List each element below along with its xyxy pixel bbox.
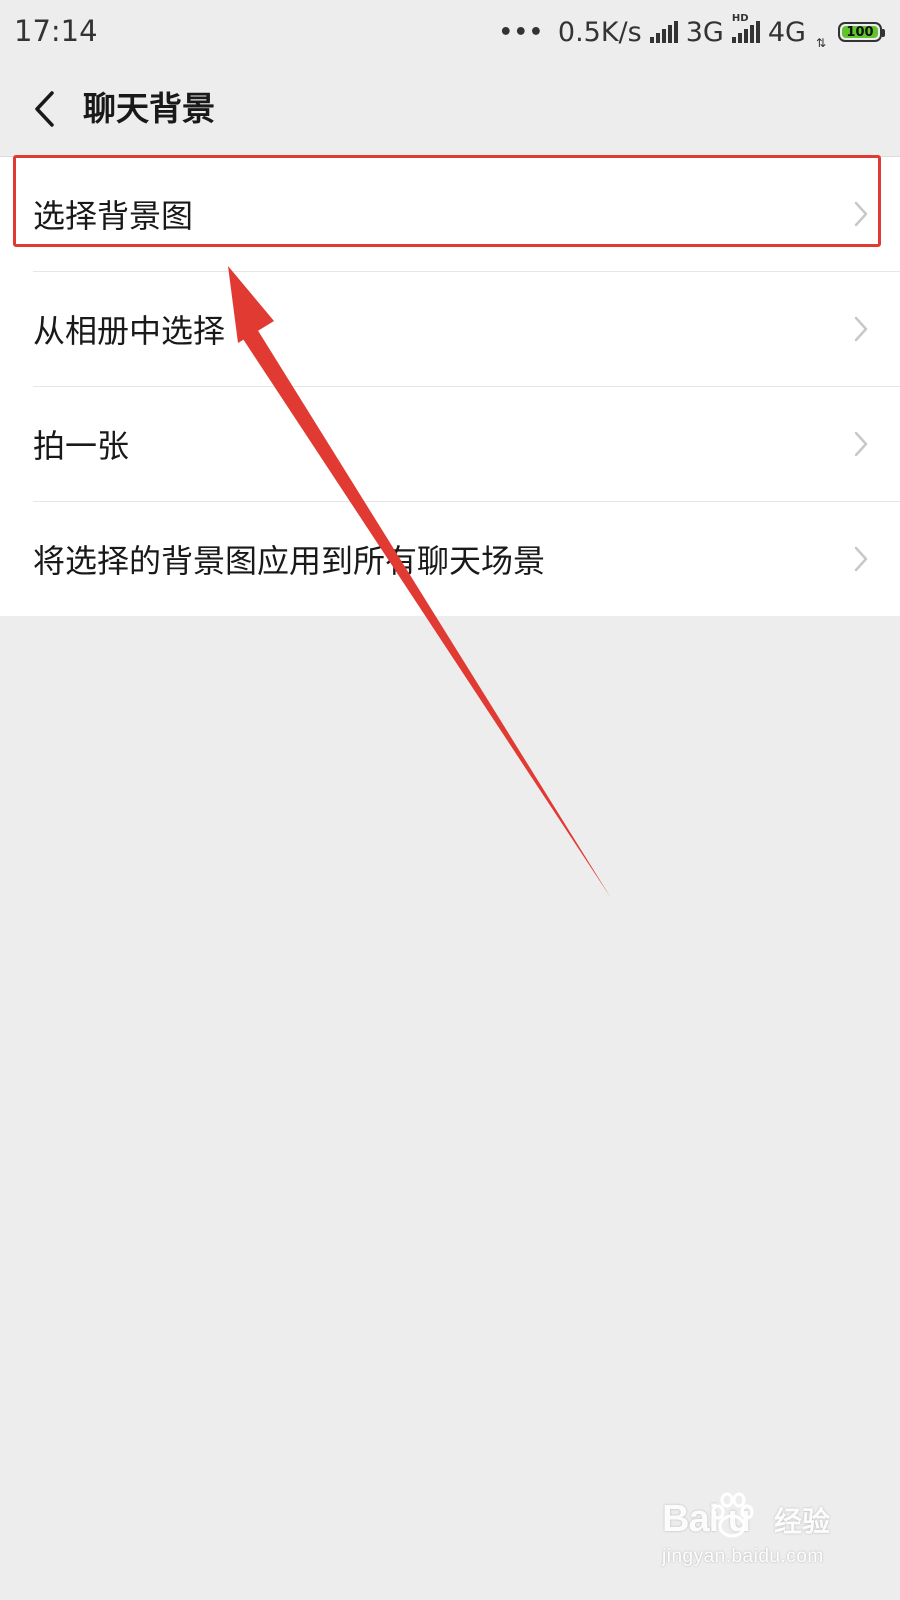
menu-item-take-photo[interactable]: 拍一张 bbox=[0, 387, 900, 501]
nav-bar: 聊天背景 bbox=[0, 64, 900, 157]
battery-icon: 100 bbox=[838, 22, 885, 42]
signal-4g-icon: HD bbox=[731, 13, 760, 43]
back-button[interactable] bbox=[22, 86, 68, 132]
paw-icon bbox=[711, 1492, 754, 1538]
menu-item-label: 从相册中选择 bbox=[33, 312, 226, 350]
menu-item-label: 拍一张 bbox=[33, 427, 130, 465]
chevron-right-icon bbox=[854, 201, 868, 227]
data-transfer-icon: ⇅ bbox=[815, 36, 826, 50]
menu-list: 选择背景图 从相册中选择 拍一张 将选择的背景图应用到所有聊天场景 bbox=[0, 157, 900, 616]
watermark-url: jingyan.baidu.com bbox=[662, 1546, 824, 1567]
chevron-right-icon bbox=[854, 431, 868, 457]
baidu-jingyan-watermark: Bai u 经验 jingyan.baidu.com bbox=[662, 1490, 852, 1580]
menu-item-choose-from-album[interactable]: 从相册中选择 bbox=[0, 272, 900, 386]
chevron-right-icon bbox=[854, 546, 868, 572]
network-4g-label: 4G bbox=[767, 16, 806, 48]
network-speed: 0.5K/s bbox=[557, 16, 642, 48]
watermark-brand-suffix: 经验 bbox=[774, 1505, 831, 1538]
page-title: 聊天背景 bbox=[83, 89, 215, 128]
battery-level: 100 bbox=[842, 25, 878, 40]
hd-label: HD bbox=[731, 13, 749, 24]
network-3g-label: 3G bbox=[685, 16, 724, 48]
chevron-left-icon bbox=[35, 91, 54, 127]
menu-item-label: 选择背景图 bbox=[33, 197, 194, 235]
status-bar: 17:14 ••• 0.5K/s 3G HD 4G ⇅ 100 bbox=[0, 0, 900, 64]
chevron-right-icon bbox=[854, 316, 868, 342]
status-indicators: ••• 0.5K/s 3G HD 4G ⇅ 100 bbox=[498, 13, 885, 50]
menu-item-select-background[interactable]: 选择背景图 bbox=[0, 157, 900, 271]
menu-item-label: 将选择的背景图应用到所有聊天场景 bbox=[33, 542, 546, 580]
more-notifications-icon: ••• bbox=[498, 19, 544, 45]
status-time: 17:14 bbox=[14, 14, 98, 48]
signal-3g-icon bbox=[649, 21, 678, 43]
menu-item-apply-to-all-chats[interactable]: 将选择的背景图应用到所有聊天场景 bbox=[0, 502, 900, 616]
